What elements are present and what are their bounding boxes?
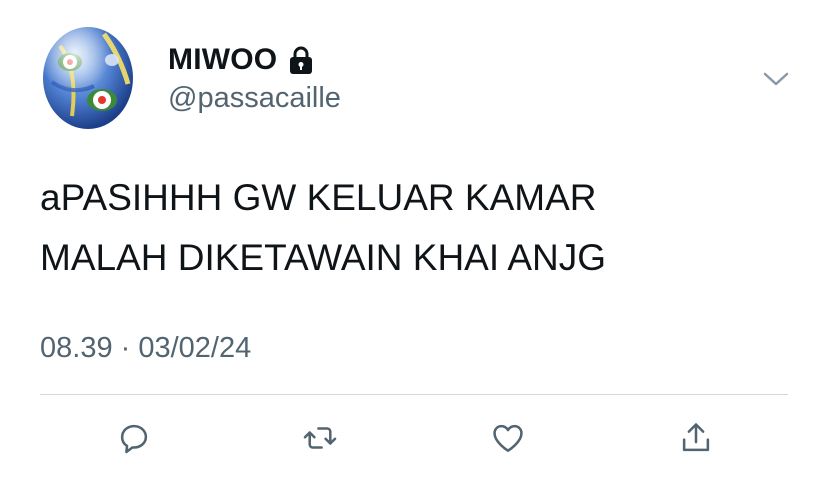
- tweet-text: aPASIHHH GW KELUAR KAMAR MALAH DIKETAWAI…: [40, 168, 800, 288]
- display-name[interactable]: MIWOO: [168, 43, 277, 77]
- share-icon: [682, 423, 710, 452]
- reply-icon: [120, 424, 148, 454]
- avatar[interactable]: [42, 26, 134, 130]
- retweet-button[interactable]: [298, 416, 342, 460]
- like-icon: [493, 424, 523, 452]
- tweet-text-line: aPASIHHH GW KELUAR KAMAR: [40, 177, 597, 218]
- tweet-text-line: MALAH DIKETAWAIN KHAI ANJG: [40, 237, 607, 278]
- author-name-row[interactable]: MIWOO: [168, 42, 315, 78]
- share-button[interactable]: [674, 416, 718, 460]
- reply-button[interactable]: [112, 416, 156, 460]
- like-button[interactable]: [486, 416, 530, 460]
- divider: [40, 394, 788, 395]
- chevron-down-icon[interactable]: [762, 68, 790, 90]
- retweet-icon: [303, 427, 337, 449]
- lock-icon: [290, 46, 313, 74]
- author-handle[interactable]: @passacaille: [168, 82, 341, 115]
- tweet-timestamp[interactable]: 08.39 · 03/02/24: [40, 332, 251, 365]
